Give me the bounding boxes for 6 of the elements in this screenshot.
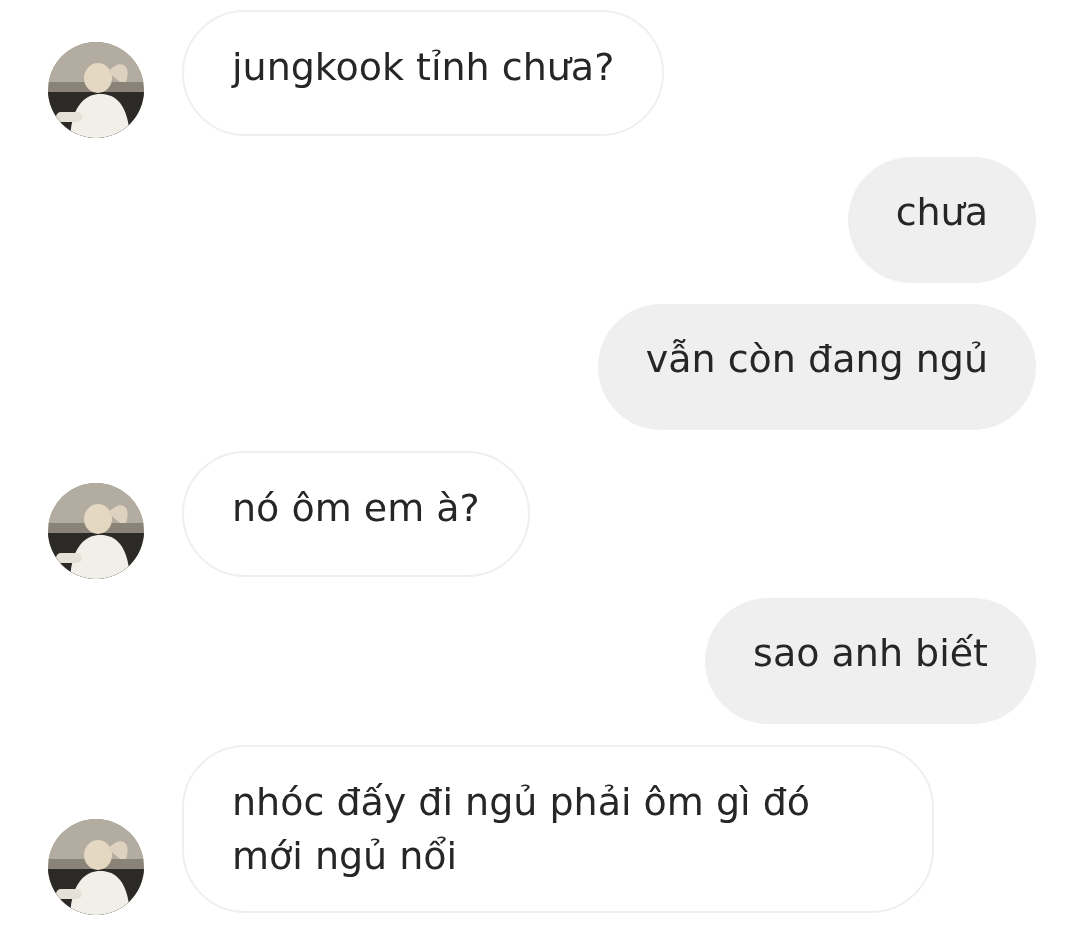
message-bubble: vẫn còn đang ngủ (597, 304, 1036, 430)
message-bubble: nhóc đấy đi ngủ phải ôm gì đó mới ngủ nổi (182, 745, 934, 913)
message-bubble: chưa (847, 157, 1036, 283)
message-bubble: nó ôm em à? (182, 451, 530, 577)
message-bubble: jungkook tỉnh chưa? (182, 10, 665, 136)
message-bubble: sao anh biết (705, 598, 1036, 724)
